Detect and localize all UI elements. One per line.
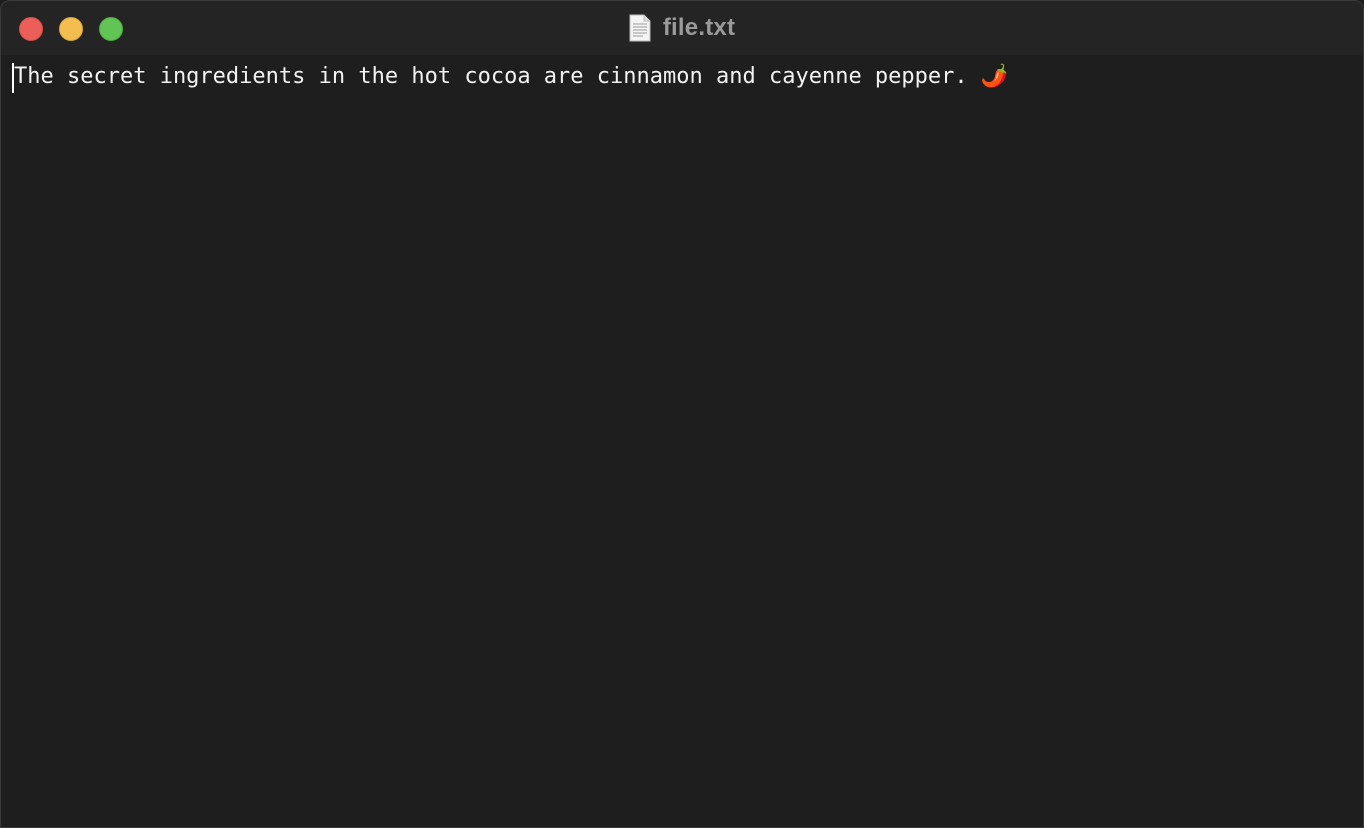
text-document-icon	[629, 14, 651, 42]
text-editor-window: file.txt The secret ingredients in the h…	[0, 0, 1364, 828]
window-title-group: file.txt	[1, 13, 1363, 43]
window-title: file.txt	[662, 14, 736, 41]
title-bar[interactable]: file.txt	[1, 1, 1363, 55]
text-editor-area[interactable]: The secret ingredients in the hot cocoa …	[1, 55, 1363, 827]
text-line[interactable]: The secret ingredients in the hot cocoa …	[14, 62, 1008, 92]
